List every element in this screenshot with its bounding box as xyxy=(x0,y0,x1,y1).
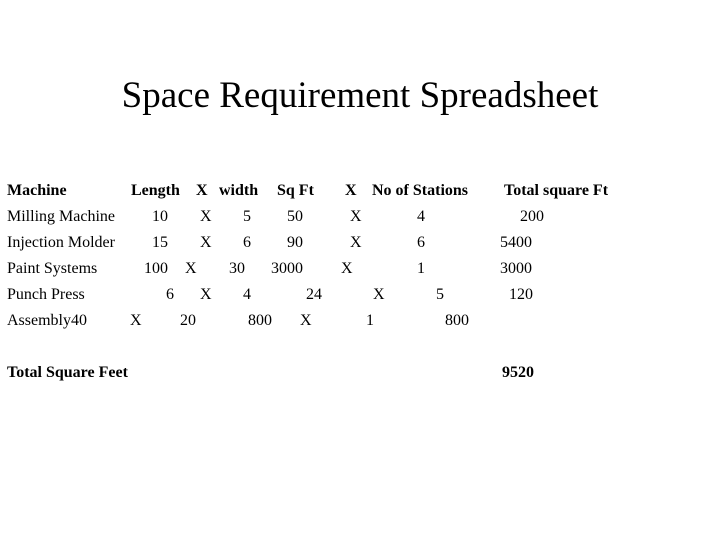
cell-length: 15 xyxy=(152,234,168,251)
cell-width: 4 xyxy=(243,286,251,303)
cell-width: 30 xyxy=(229,260,245,277)
cell-total: 5400 xyxy=(500,234,532,251)
cell-sq-ft: 90 xyxy=(287,234,303,251)
header-width: width xyxy=(219,182,259,199)
cell-sq-ft: 24 xyxy=(306,286,322,303)
table-row: Injection Molder 15 X 6 90 X 6 5400 xyxy=(0,232,720,254)
total-value: 9520 xyxy=(502,364,534,381)
cell-multiply-1: X xyxy=(185,260,197,277)
cell-length: 6 xyxy=(166,286,174,303)
header-multiply-2: X xyxy=(345,182,357,199)
table-row: Milling Machine 10 X 5 50 X 4 200 xyxy=(0,206,720,228)
cell-stations: 1 xyxy=(366,312,374,329)
cell-multiply-1: X xyxy=(200,286,212,303)
cell-total: 3000 xyxy=(500,260,532,277)
cell-multiply-2: X xyxy=(373,286,385,303)
slide-canvas: Space Requirement Spreadsheet Machine Le… xyxy=(0,0,720,540)
table-row: Assembly40 X 20 800 X 1 800 xyxy=(0,310,720,332)
cell-multiply-2: X xyxy=(341,260,353,277)
header-machine: Machine xyxy=(7,182,67,199)
cell-multiply-1: X xyxy=(130,312,142,329)
space-requirement-table: Machine Length X width Sq Ft X No of Sta… xyxy=(0,0,720,540)
cell-machine: Punch Press xyxy=(7,286,85,303)
cell-length: 10 xyxy=(152,208,168,225)
cell-multiply-2: X xyxy=(300,312,312,329)
cell-sq-ft: 3000 xyxy=(271,260,303,277)
total-label: Total Square Feet xyxy=(7,364,128,381)
header-sq-ft: Sq Ft xyxy=(277,182,314,199)
cell-sq-ft: 50 xyxy=(287,208,303,225)
cell-total: 200 xyxy=(520,208,544,225)
cell-machine: Paint Systems xyxy=(7,260,98,277)
cell-width: 20 xyxy=(180,312,196,329)
cell-machine: Assembly40 xyxy=(7,312,87,329)
cell-multiply-2: X xyxy=(350,208,362,225)
cell-stations: 1 xyxy=(417,260,425,277)
cell-machine: Injection Molder xyxy=(7,234,115,251)
header-length: Length xyxy=(131,182,180,199)
header-no-of-stations: No of Stations xyxy=(372,182,469,199)
table-row: Paint Systems 100 X 30 3000 X 1 3000 xyxy=(0,258,720,280)
cell-machine: Milling Machine xyxy=(7,208,115,225)
table-total-row: Total Square Feet 9520 xyxy=(0,362,720,384)
cell-length: 100 xyxy=(144,260,168,277)
cell-width: 6 xyxy=(243,234,251,251)
cell-multiply-2: X xyxy=(350,234,362,251)
cell-multiply-1: X xyxy=(200,234,212,251)
cell-width: 5 xyxy=(243,208,251,225)
cell-stations: 6 xyxy=(417,234,425,251)
cell-total: 120 xyxy=(509,286,533,303)
header-multiply-1: X xyxy=(196,182,208,199)
cell-stations: 5 xyxy=(436,286,444,303)
header-total-square-ft: Total square Ft xyxy=(504,182,609,199)
table-header-row: Machine Length X width Sq Ft X No of Sta… xyxy=(0,180,720,202)
cell-sq-ft: 800 xyxy=(248,312,272,329)
cell-multiply-1: X xyxy=(200,208,212,225)
cell-stations: 4 xyxy=(417,208,425,225)
table-row: Punch Press 6 X 4 24 X 5 120 xyxy=(0,284,720,306)
cell-total: 800 xyxy=(445,312,469,329)
